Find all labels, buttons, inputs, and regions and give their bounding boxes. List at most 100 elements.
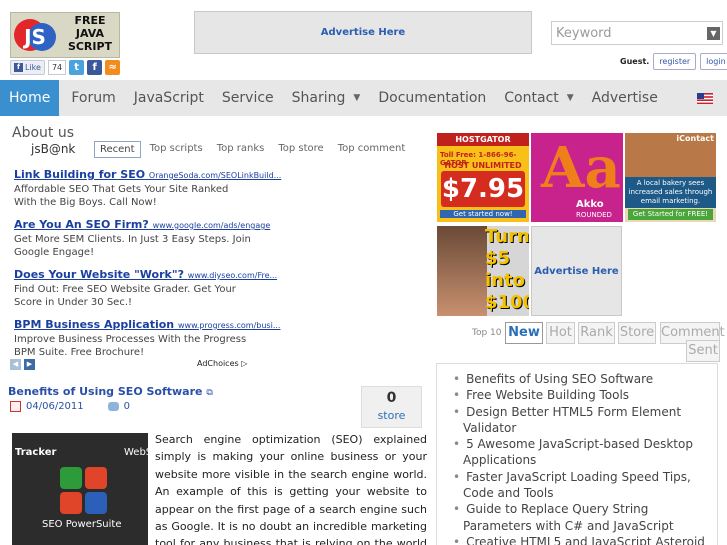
cube-icon — [85, 492, 107, 514]
list-item[interactable]: 5 Awesome JavaScript-based Desktop Appli… — [445, 436, 711, 469]
cube-icon — [85, 467, 107, 489]
site-logo[interactable]: JS FREE JAVA SCRIPT — [10, 12, 120, 58]
thumb-label-web: WebS — [124, 447, 148, 458]
ad-item[interactable]: Does Your Website "Work"? www.diyseo.com… — [14, 268, 277, 309]
cube-icon — [60, 467, 82, 489]
cube-icon — [60, 492, 82, 514]
woman-photo — [437, 226, 487, 316]
nav-javascript[interactable]: JavaScript — [125, 80, 213, 116]
facebook-icon[interactable]: f — [87, 59, 103, 75]
external-link-icon[interactable]: ⧉ — [206, 388, 212, 398]
tab-top-comment[interactable]: Top comment — [333, 141, 411, 158]
ad-item[interactable]: Link Building for SEO OrangeSoda.com/SEO… — [14, 168, 281, 209]
about-heading: About us — [12, 125, 75, 141]
hostgator-cta[interactable]: Get started now! — [440, 210, 526, 218]
nav-documentation[interactable]: Documentation — [369, 80, 495, 116]
text-ads: Link Building for SEO OrangeSoda.com/SEO… — [14, 168, 281, 368]
us-flag-icon[interactable] — [697, 93, 713, 104]
post-title[interactable]: Benefits of Using SEO Software ⧉ — [8, 385, 213, 398]
adchoices-link[interactable]: AdChoices ▷ — [197, 359, 247, 368]
search-box: ▼ — [551, 21, 723, 45]
ad-title[interactable]: Does Your Website "Work"? — [14, 268, 184, 281]
guest-label: Guest. — [620, 57, 650, 66]
top10-list: Benefits of Using SEO Software Free Webs… — [436, 363, 718, 545]
tab-top-ranks[interactable]: Top ranks — [212, 141, 270, 158]
akko-mark: Aa — [541, 135, 621, 201]
ad-url[interactable]: OrangeSoda.com/SEOLinkBuild... — [149, 171, 281, 180]
advertise-here-banner[interactable]: Advertise Here — [194, 11, 532, 54]
nav-service[interactable]: Service — [213, 80, 283, 116]
hostgator-price: $7.95 — [441, 171, 525, 207]
akko-style: ROUNDED — [576, 211, 612, 219]
nav-forum[interactable]: Forum — [62, 80, 124, 116]
nav-home[interactable]: Home — [0, 80, 60, 116]
comment-count[interactable]: 0 — [124, 401, 130, 412]
facebook-like-button[interactable]: f Like — [10, 59, 45, 75]
nav-contact[interactable]: Contact ▼ — [495, 80, 582, 116]
calendar-icon — [10, 401, 21, 412]
turn-5-banner[interactable]: Turn $5 into $100's — [437, 226, 529, 316]
ad-url[interactable]: www.google.com/ads/engage — [153, 221, 271, 230]
ad-description: Affordable SEO That Gets Your Site Ranke… — [14, 184, 229, 208]
thumb-label-tracker: Tracker — [15, 447, 57, 458]
list-item[interactable]: Design Better HTML5 Form Element Validat… — [445, 404, 711, 437]
adchoices-icon: ▷ — [241, 359, 248, 368]
ad-description: Find Out: Free SEO Website Grader. Get Y… — [14, 284, 236, 308]
tab-sent[interactable]: Sent — [686, 340, 720, 362]
ad-url[interactable]: www.progress.com/busi... — [178, 321, 280, 330]
hostgator-brand: HOSTGATOR — [437, 133, 529, 146]
rss-icon[interactable]: ≈ — [105, 59, 121, 75]
ad-item[interactable]: BPM Business Application www.progress.co… — [14, 318, 280, 359]
list-item[interactable]: Free Website Building Tools — [445, 387, 711, 403]
post-thumbnail[interactable]: Tracker WebS SEO PowerSuite — [12, 433, 148, 545]
icontact-text: A local bakery sees increased sales thro… — [625, 177, 716, 208]
chevron-left-icon[interactable]: ◀ — [10, 359, 21, 370]
nav-advertise[interactable]: Advertise — [583, 80, 667, 116]
tab-top-store[interactable]: Top store — [273, 141, 328, 158]
store-label[interactable]: store — [362, 409, 421, 422]
tab-top-scripts[interactable]: Top scripts — [145, 141, 208, 158]
nav-sharing[interactable]: Sharing ▼ — [283, 80, 370, 116]
hostgator-banner[interactable]: HOSTGATOR Toll Free: 1-866-96-GATOR HOST… — [437, 133, 529, 222]
tab-new[interactable]: New — [505, 322, 543, 344]
list-item[interactable]: Benefits of Using SEO Software — [445, 371, 711, 387]
ad-url[interactable]: www.diyseo.com/Fre... — [188, 271, 277, 280]
social-bar: f Like 74 t f ≈ — [10, 59, 121, 75]
main-nav: Home Forum JavaScript Service Sharing ▼ D… — [0, 80, 727, 116]
facebook-icon: f — [14, 62, 23, 72]
turn-5-text: Turn $5 into $100's — [485, 226, 529, 313]
login-button[interactable]: login — [700, 53, 727, 70]
tab-hot[interactable]: Hot — [546, 322, 575, 344]
tab-rank[interactable]: Rank — [578, 322, 615, 344]
chevron-down-icon: ▼ — [353, 93, 361, 103]
author-name: jsB@nk — [31, 142, 76, 156]
twitter-icon[interactable]: t — [69, 59, 85, 75]
advertise-here-box[interactable]: Advertise Here — [531, 226, 622, 316]
list-item[interactable]: Creative HTML5 and JavaScript Asteroid — [445, 534, 711, 545]
register-button[interactable]: register — [653, 53, 697, 70]
icontact-banner[interactable]: iContact A local bakery sees increased s… — [625, 133, 716, 222]
ad-item[interactable]: Are You An SEO Firm? www.google.com/ads/… — [14, 218, 270, 259]
ad-title[interactable]: Link Building for SEO — [14, 168, 145, 181]
ad-description: Improve Business Processes With the Prog… — [14, 334, 247, 358]
tab-store[interactable]: Store — [618, 322, 656, 344]
chevron-down-icon[interactable]: ▼ — [707, 27, 720, 40]
post-meta: 04/06/2011 0 — [10, 401, 130, 412]
ad-pager: ◀ ▶ — [10, 359, 35, 370]
search-input[interactable] — [552, 22, 702, 45]
post-tabs: Recent Top scripts Top ranks Top store T… — [94, 141, 414, 158]
logo-mark: JS — [22, 25, 46, 49]
icontact-cta[interactable]: Get Started for FREE! — [628, 209, 713, 220]
store-widget[interactable]: 0 store — [361, 386, 422, 428]
icontact-brand: iContact — [676, 134, 714, 143]
list-item[interactable]: Guide to Replace Query String Parameters… — [445, 501, 711, 534]
akko-banner[interactable]: Aa Akko ROUNDED — [531, 133, 623, 222]
comment-icon — [107, 402, 119, 411]
tab-recent[interactable]: Recent — [94, 141, 141, 158]
top10-label: Top 10 — [472, 328, 502, 338]
chevron-right-icon[interactable]: ▶ — [24, 359, 35, 370]
like-count: 74 — [47, 59, 67, 75]
ad-title[interactable]: BPM Business Application — [14, 318, 174, 331]
list-item[interactable]: Faster JavaScript Loading Speed Tips, Co… — [445, 469, 711, 502]
ad-title[interactable]: Are You An SEO Firm? — [14, 218, 149, 231]
